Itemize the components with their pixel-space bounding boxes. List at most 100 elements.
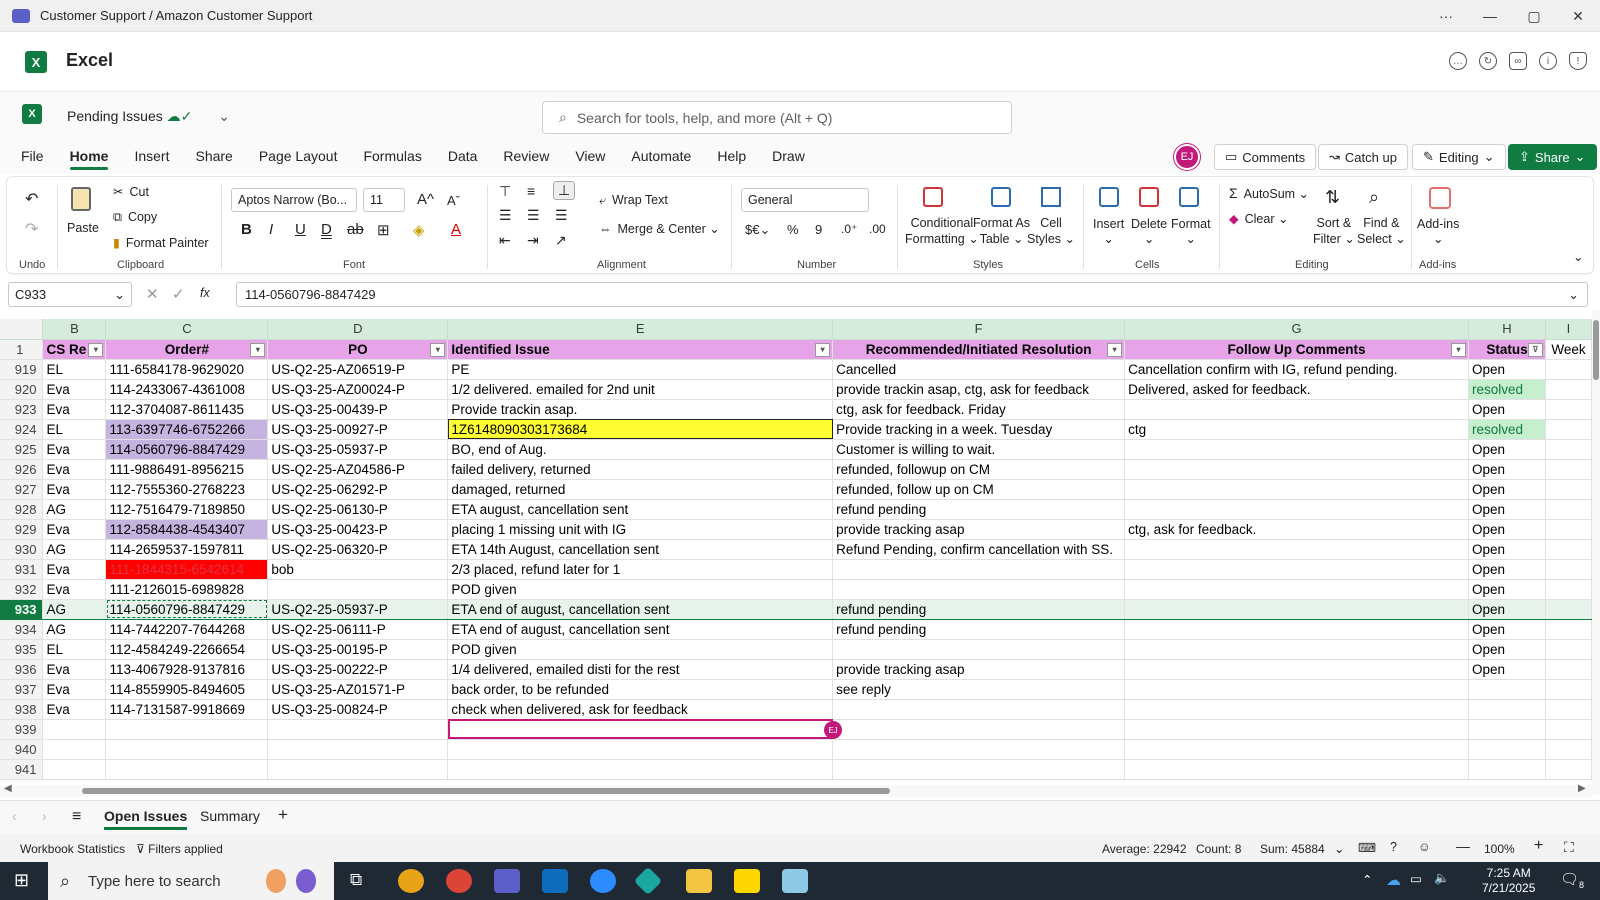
cell-g[interactable] [1124,598,1469,620]
column-header-i[interactable]: I [1545,319,1592,340]
cell-f[interactable] [832,579,1126,600]
sheet-tab-summary[interactable]: Summary [200,808,260,824]
cell-c[interactable]: 114-2433067-4361008 [105,379,269,400]
cell-b[interactable]: Eva [42,439,107,460]
cell-e[interactable]: 1Z6148090303173684 [447,419,834,440]
cell-d[interactable]: US-Q3-25-00423-P [267,519,449,540]
find-select-button[interactable]: Find & Select ⌄ [1357,215,1406,247]
cell-h[interactable]: Open [1468,619,1546,640]
cell-f[interactable] [832,639,1126,660]
cell-i[interactable] [1545,619,1592,640]
refresh-icon[interactable]: ↻ [1479,52,1497,70]
cell-e[interactable]: 1/4 delivered, emailed disti for the res… [447,659,834,680]
notifications-icon[interactable]: 🗨8 [1560,870,1584,890]
select-all-corner[interactable] [0,319,44,340]
cell-b[interactable]: Eva [42,679,107,700]
column-header-g[interactable]: G [1124,319,1469,340]
filter-dropdown-icon[interactable]: ▾ [1451,342,1466,357]
cell-g[interactable]: Delivered, asked for feedback. [1124,379,1469,400]
cell-i[interactable] [1545,598,1592,620]
cell-b[interactable]: Eva [42,379,107,400]
row-number[interactable]: 923 [0,399,44,420]
cell-d[interactable]: US-Q3-25-00824-P [267,699,449,720]
minimize-button[interactable]: — [1468,0,1512,32]
cell-b[interactable] [42,739,107,760]
comments-button[interactable]: ▭ Comments [1214,144,1317,170]
cell-i[interactable] [1545,359,1592,380]
all-sheets-menu-icon[interactable]: ≡ [72,808,81,826]
filter-active-icon[interactable]: ⊽ [1527,342,1543,357]
cell-b[interactable]: Eva [42,559,107,580]
row-number[interactable]: 919 [0,359,44,380]
sheet-tab-open-issues[interactable]: Open Issues [104,808,188,830]
currency-icon[interactable]: $€⌄ [745,222,770,238]
header-order[interactable]: Order# ▾ [105,339,269,360]
cell-b[interactable]: EL [42,419,107,440]
cell-e[interactable]: ETA 14th August, cancellation sent [447,539,834,560]
header-follow-up[interactable]: Follow Up Comments ▾ [1124,339,1469,360]
cancel-icon[interactable]: ✕ [146,285,159,303]
windows-start-icon[interactable]: ⊞ [14,870,29,891]
copy-button[interactable]: ⧉ Copy [113,210,157,225]
cell-b[interactable]: EL [42,359,107,380]
add-sheet-button[interactable]: + [278,805,288,825]
double-underline-icon[interactable]: D [321,221,332,238]
cell-c[interactable] [105,739,269,760]
next-sheet-icon[interactable]: › [42,808,47,824]
cell-e[interactable]: POD given [447,639,834,660]
decrease-font-icon[interactable]: Aˇ [447,193,460,208]
cell-i[interactable] [1545,479,1592,500]
volume-icon[interactable]: 🔈 [1434,871,1450,886]
cell-f[interactable]: refund pending [832,499,1126,520]
clear-button[interactable]: ◆ Clear ⌄ [1229,211,1288,226]
cell-b[interactable]: AG [42,539,107,560]
feedback-icon[interactable]: ☺ [1418,840,1431,854]
catch-up-button[interactable]: ↝ Catch up [1318,144,1408,170]
cell-d[interactable]: US-Q3-25-AZ00024-P [267,379,449,400]
menu-insert[interactable]: Insert [121,138,182,174]
filter-dropdown-icon[interactable]: ▾ [250,342,266,357]
cell-f[interactable]: Cancelled [832,359,1126,380]
cell-h[interactable]: Open [1468,639,1546,660]
column-header-d[interactable]: D [267,319,449,340]
row-number[interactable]: 927 [0,479,44,500]
underline-icon[interactable]: U [295,221,306,238]
row-number[interactable]: 925 [0,439,44,460]
function-icon[interactable]: fx [200,286,210,300]
increase-indent-icon[interactable]: ⇥ [527,232,539,249]
format-painter-button[interactable]: ▮ Format Painter [113,235,209,250]
align-left-icon[interactable]: ☰ [499,207,512,224]
cell-i[interactable] [1545,499,1592,520]
cell-h[interactable] [1468,739,1546,760]
italic-icon[interactable]: I [269,221,273,238]
cell-c[interactable]: 113-4067928-9137816 [105,659,269,680]
cell-d[interactable]: US-Q2-25-AZ06519-P [267,359,449,380]
cut-button[interactable]: ✂ Cut [113,184,149,199]
column-header-e[interactable]: E [447,319,834,340]
decrease-indent-icon[interactable]: ⇤ [499,232,511,249]
increase-decimal-icon[interactable]: .0⁺ [841,222,857,236]
document-name[interactable]: Pending Issues ☁✓ ⌄ [67,108,230,125]
cell-i[interactable] [1545,379,1592,400]
cell-e[interactable]: ETA end of august, cancellation sent [447,619,834,640]
filter-dropdown-icon[interactable]: ▾ [88,342,104,357]
cell-b[interactable]: Eva [42,519,107,540]
cell-g[interactable] [1124,479,1469,500]
cell-h[interactable]: Open [1468,539,1546,560]
row-number[interactable]: 936 [0,659,44,680]
cell-f[interactable]: refund pending [832,598,1126,620]
header-week[interactable]: Week [1545,339,1592,360]
menu-review[interactable]: Review [490,138,562,174]
merge-center-button[interactable]: ⇔ Merge & Center ⌄ [599,221,720,236]
cell-g[interactable] [1124,639,1469,660]
cell-g[interactable] [1124,559,1469,580]
cell-c[interactable]: 113-6397746-6752266 [105,419,269,440]
scroll-right-icon[interactable]: ▶ [1578,783,1586,794]
row-number[interactable]: 932 [0,579,44,600]
file-explorer-icon[interactable] [686,869,712,893]
row-number[interactable]: 924 [0,419,44,440]
paste-button[interactable]: Paste [67,221,99,235]
menu-draw[interactable]: Draw [759,138,818,174]
cell-i[interactable] [1545,579,1592,600]
number-format-dropdown[interactable]: General [741,188,869,212]
